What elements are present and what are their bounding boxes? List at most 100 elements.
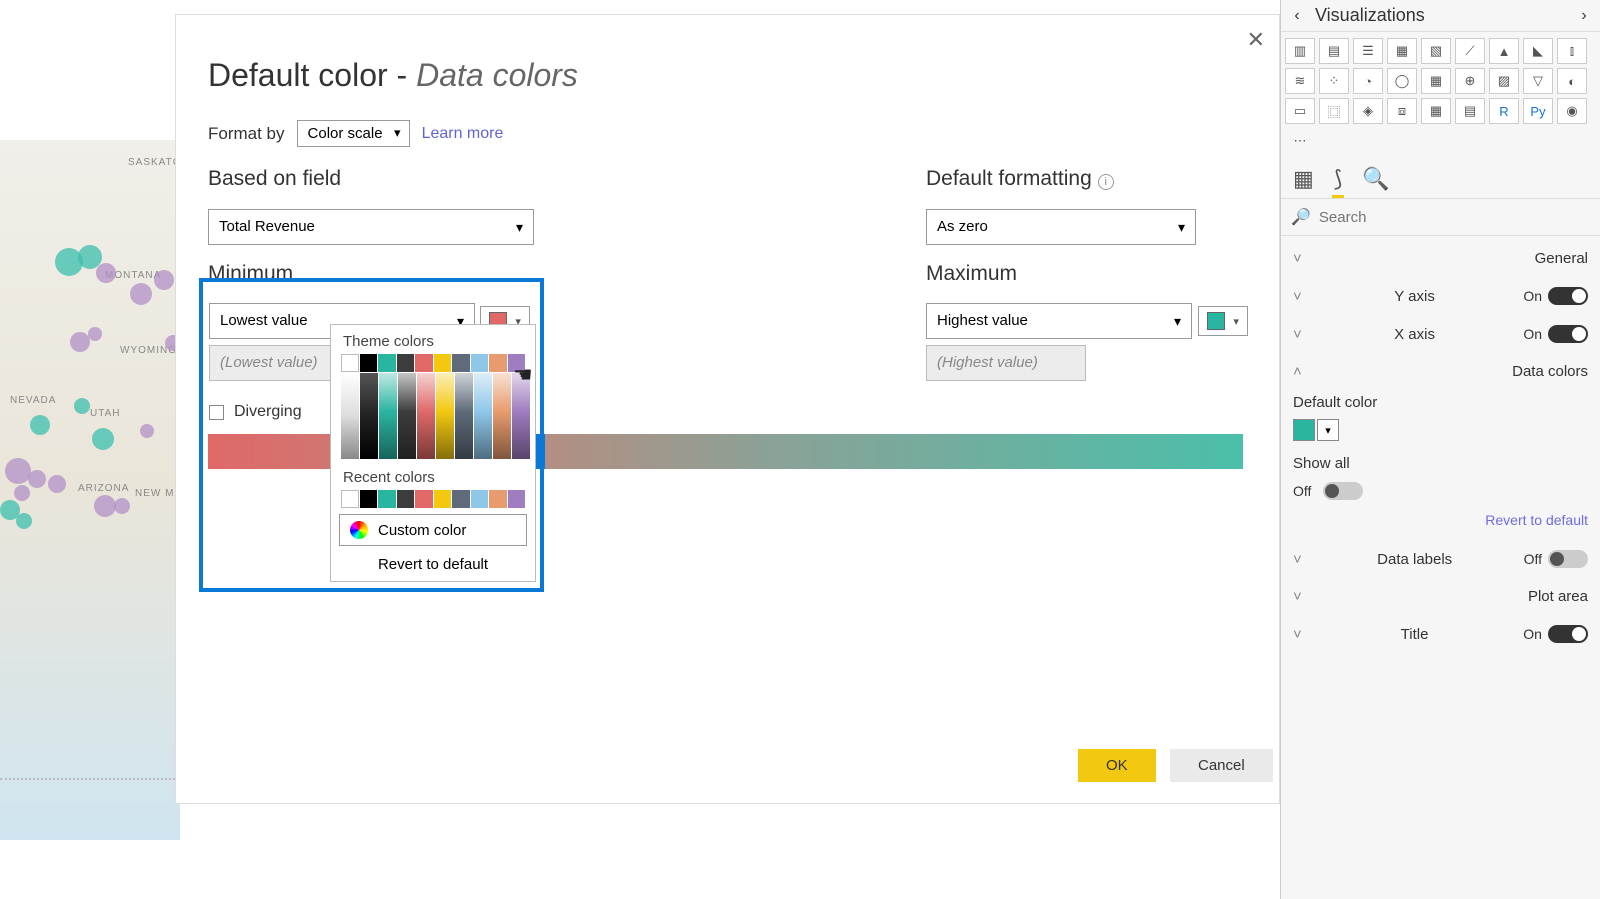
viz-type-more[interactable]: ⋯ [1285, 128, 1315, 154]
viz-type-matrix[interactable]: ▤ [1455, 98, 1485, 124]
close-button[interactable]: ✕ [1247, 27, 1265, 53]
format-tab-icon[interactable]: ⟆ [1334, 166, 1343, 192]
prop-show-all[interactable]: Show all [1281, 453, 1600, 482]
color-swatch[interactable] [452, 490, 470, 508]
analytics-tab-icon[interactable]: 🔍 [1362, 166, 1389, 192]
color-swatch[interactable] [415, 354, 433, 372]
viz-type-filled-map[interactable]: ▨ [1489, 68, 1519, 94]
prop-y-axis[interactable]: Y axisOn [1281, 277, 1600, 315]
picker-revert-button[interactable]: Revert to default [331, 548, 535, 581]
show-all-toggle[interactable] [1323, 482, 1363, 500]
color-shade-column[interactable] [436, 373, 454, 459]
maximum-swatch [1207, 312, 1225, 330]
color-swatch[interactable] [378, 490, 396, 508]
viz-type-treemap[interactable]: ▦ [1421, 68, 1451, 94]
color-shade-column[interactable] [398, 373, 416, 459]
viz-type-gauge[interactable]: ◐ [1557, 68, 1587, 94]
viz-type-r[interactable]: R [1489, 98, 1519, 124]
title-toggle[interactable] [1548, 625, 1588, 643]
prop-general[interactable]: General [1281, 240, 1600, 277]
color-swatch[interactable] [471, 490, 489, 508]
color-swatch[interactable] [434, 354, 452, 372]
color-swatch[interactable] [452, 354, 470, 372]
viz-type-area[interactable]: ▲ [1489, 38, 1519, 64]
custom-color-button[interactable]: Custom color [339, 514, 527, 546]
maximum-color-button[interactable]: ▾ [1198, 306, 1248, 336]
prop-x-axis[interactable]: X axisOn [1281, 315, 1600, 353]
color-shade-column[interactable] [360, 373, 378, 459]
viz-type-pie[interactable]: ◔ [1353, 68, 1383, 94]
search-input[interactable] [1319, 209, 1518, 226]
color-shade-column[interactable] [493, 373, 511, 459]
viz-type-card[interactable]: ▭ [1285, 98, 1315, 124]
color-shade-column[interactable] [455, 373, 473, 459]
color-swatch[interactable] [341, 354, 359, 372]
search-icon: 🔎 [1291, 207, 1311, 227]
cancel-button[interactable]: Cancel [1170, 749, 1273, 782]
x-axis-toggle[interactable] [1548, 325, 1588, 343]
viz-type-clustered-column[interactable]: ▦ [1387, 38, 1417, 64]
info-icon[interactable]: i [1098, 174, 1114, 190]
revert-to-default-link[interactable]: Revert to default [1281, 508, 1600, 540]
color-shade-column[interactable] [341, 373, 359, 459]
diverging-checkbox[interactable] [209, 405, 224, 420]
color-swatch[interactable] [360, 354, 378, 372]
next-chevron-icon[interactable]: › [1572, 7, 1596, 25]
map-bubble [48, 475, 66, 493]
color-swatch[interactable] [415, 490, 433, 508]
color-swatch[interactable] [397, 354, 415, 372]
viz-type-stacked-bar[interactable]: ▥ [1285, 38, 1315, 64]
search-row: 🔎 [1281, 198, 1600, 236]
format-by-select[interactable]: Color scale [297, 120, 410, 147]
prop-title[interactable]: TitleOn [1281, 615, 1600, 653]
learn-more-link[interactable]: Learn more [422, 125, 504, 143]
viz-type-combo[interactable]: ⫾ [1557, 38, 1587, 64]
viz-type-stacked-column[interactable]: ▤ [1319, 38, 1349, 64]
map-bubble [88, 327, 102, 341]
viz-type-funnel[interactable]: ▽ [1523, 68, 1553, 94]
viz-type-donut[interactable]: ◯ [1387, 68, 1417, 94]
color-swatch[interactable] [508, 490, 526, 508]
color-shade-column[interactable] [474, 373, 492, 459]
maximum-select[interactable]: Highest value [926, 303, 1192, 339]
viz-type-slicer[interactable]: ⧈ [1387, 98, 1417, 124]
color-swatch[interactable] [489, 354, 507, 372]
viz-type-line[interactable]: ⟋ [1455, 38, 1485, 64]
default-formatting-select[interactable]: As zero [926, 209, 1196, 245]
color-shade-column[interactable] [512, 373, 530, 459]
ok-button[interactable]: OK [1078, 749, 1156, 782]
map-label: NEVADA [10, 395, 56, 406]
color-swatch[interactable] [434, 490, 452, 508]
default-color-dropdown[interactable]: ▾ [1317, 419, 1339, 441]
fields-tab-icon[interactable]: ▦ [1293, 166, 1314, 192]
color-shade-column[interactable] [417, 373, 435, 459]
data-labels-toggle[interactable] [1548, 550, 1588, 568]
viz-type-scatter[interactable]: ⁘ [1319, 68, 1349, 94]
prev-chevron-icon[interactable]: ‹ [1285, 7, 1309, 25]
color-shade-column[interactable] [379, 373, 397, 459]
y-axis-toggle[interactable] [1548, 287, 1588, 305]
color-swatch[interactable] [360, 490, 378, 508]
viz-type-ribbon[interactable]: ≋ [1285, 68, 1315, 94]
viz-type-100-bar[interactable]: ▧ [1421, 38, 1451, 64]
color-swatch[interactable] [397, 490, 415, 508]
viz-type-map[interactable]: ⊕ [1455, 68, 1485, 94]
viz-type-stacked-area[interactable]: ◣ [1523, 38, 1553, 64]
viz-type-multi-card[interactable]: ⿴ [1319, 98, 1349, 124]
maximum-value-input[interactable]: (Highest value) [926, 345, 1086, 381]
prop-data-colors[interactable]: Data colors [1281, 353, 1600, 390]
color-swatch[interactable] [341, 490, 359, 508]
color-swatch[interactable] [508, 354, 526, 372]
prop-data-labels[interactable]: Data labelsOff [1281, 540, 1600, 578]
viz-type-clustered-bar[interactable]: ☰ [1353, 38, 1383, 64]
based-on-field-select[interactable]: Total Revenue [208, 209, 534, 245]
viz-type-arcgis[interactable]: ◉ [1557, 98, 1587, 124]
viz-type-table[interactable]: ▦ [1421, 98, 1451, 124]
color-swatch[interactable] [489, 490, 507, 508]
color-swatch[interactable] [471, 354, 489, 372]
color-swatch[interactable] [378, 354, 396, 372]
prop-plot-area[interactable]: Plot area [1281, 578, 1600, 615]
viz-type-python[interactable]: Py [1523, 98, 1553, 124]
dialog-title: Default color - Data colors [208, 57, 578, 94]
viz-type-kpi[interactable]: ◈ [1353, 98, 1383, 124]
